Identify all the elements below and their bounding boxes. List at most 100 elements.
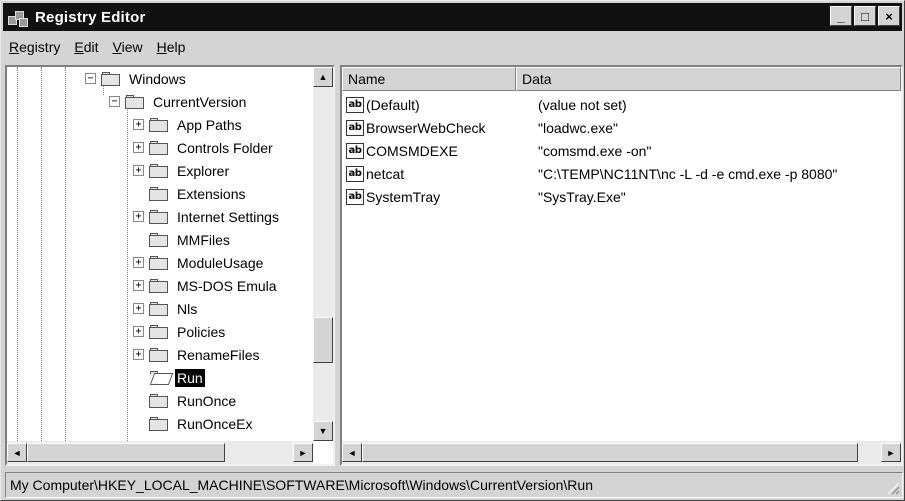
tree-item-label: RunOnceEx [177, 415, 253, 432]
scroll-up-button[interactable]: ▲ [313, 67, 333, 87]
folder-icon [149, 209, 169, 224]
window-title: Registry Editor [35, 8, 146, 26]
tree-item-label: Internet Settings [177, 208, 279, 225]
scroll-right-button[interactable]: ► [881, 443, 901, 462]
tree-item[interactable]: RunOnceEx [133, 412, 254, 435]
maximize-button[interactable]: □ [854, 6, 876, 26]
value-row[interactable]: ab SystemTray "SysTray.Exe" [342, 185, 626, 208]
tree-item[interactable]: Run [133, 366, 205, 389]
value-row[interactable]: ab netcat "C:\TEMP\NC11NT\nc -L -d -e cmd.… [342, 162, 837, 185]
tree-item-label: App Paths [177, 116, 242, 133]
expand-icon[interactable]: + [133, 349, 144, 360]
expand-icon[interactable]: + [133, 280, 144, 291]
tree-item[interactable]: Extensions [133, 182, 247, 205]
tree-item-label: CurrentVersion [153, 93, 247, 110]
tree-item[interactable]: + MS-DOS Emula [133, 274, 279, 297]
scroll-right-button[interactable]: ► [293, 443, 313, 462]
scroll-left-button[interactable]: ◄ [7, 443, 27, 462]
tree-item-label: Extensions [177, 185, 246, 202]
tree-item-label: ModuleUsage [177, 254, 264, 271]
value-data: "C:\TEMP\NC11NT\nc -L -d -e cmd.exe -p 8… [538, 165, 838, 182]
folder-icon [149, 163, 169, 178]
expand-icon[interactable]: + [133, 165, 144, 176]
resize-grip-icon[interactable] [886, 481, 900, 495]
value-data: "loadwc.exe" [538, 119, 618, 136]
folder-icon [149, 140, 169, 155]
folder-icon [149, 186, 169, 201]
value-data: "SysTray.Exe" [538, 188, 626, 205]
value-name: BrowserWebCheck [366, 119, 486, 136]
collapse-icon[interactable]: − [85, 73, 96, 84]
folder-icon [149, 347, 169, 362]
value-name: SystemTray [366, 188, 441, 205]
key-tree[interactable]: − Windows − CurrentVersion + App Paths + Contro… [7, 67, 313, 441]
column-header-data[interactable]: Data [516, 67, 901, 91]
folder-icon [101, 71, 121, 86]
tree-item-label: Run [175, 368, 205, 387]
menu-registry[interactable]: Registry [3, 39, 68, 55]
scroll-down-button[interactable]: ▼ [313, 421, 333, 441]
tree-item[interactable]: RunOnce [133, 389, 238, 412]
title-bar[interactable]: Registry Editor _ □ × [3, 3, 902, 31]
tree-item[interactable]: + RenameFiles [133, 343, 261, 366]
tree-item[interactable]: + Controls Folder [133, 136, 275, 159]
minimize-button[interactable]: _ [830, 6, 852, 26]
values-list-pane[interactable]: Name Data ab (Default) (value not set) ab Br… [340, 65, 903, 466]
expand-icon[interactable]: + [133, 211, 144, 222]
column-header-name[interactable]: Name [342, 67, 516, 91]
tree-horizontal-scrollbar[interactable]: ◄ ► [7, 441, 313, 464]
tree-item[interactable]: + Nls [133, 297, 199, 320]
menu-view[interactable]: View [107, 39, 151, 55]
folder-icon [149, 324, 169, 339]
scroll-thumb[interactable] [313, 317, 333, 363]
tree-item-label: Windows [129, 70, 186, 87]
value-data: (value not set) [538, 96, 627, 113]
expand-icon[interactable]: + [133, 142, 144, 153]
tree-item[interactable]: + ModuleUsage [133, 251, 265, 274]
expand-icon[interactable]: + [133, 257, 144, 268]
tree-item[interactable]: − Windows [85, 67, 188, 90]
folder-icon [149, 255, 169, 270]
tree-item-label: RenameFiles [177, 346, 260, 363]
key-tree-pane[interactable]: − Windows − CurrentVersion + App Paths + Contro… [5, 65, 335, 466]
value-name: netcat [366, 165, 405, 182]
expand-icon[interactable]: + [133, 326, 144, 337]
tree-item[interactable]: + Explorer [133, 159, 231, 182]
folder-icon [149, 232, 169, 247]
registry-editor-window: Registry Editor _ □ × Registry Edit View… [0, 0, 905, 501]
list-horizontal-scrollbar[interactable]: ◄ ► [342, 441, 901, 464]
value-row[interactable]: ab COMSMDEXE "comsmd.exe -on" [342, 139, 651, 162]
value-row[interactable]: ab BrowserWebCheck "loadwc.exe" [342, 116, 618, 139]
scroll-thumb[interactable] [362, 443, 858, 462]
folder-icon [149, 117, 169, 132]
string-value-icon: ab [346, 188, 364, 205]
string-value-icon: ab [346, 119, 364, 136]
collapse-icon[interactable]: − [109, 96, 120, 107]
string-value-icon: ab [346, 96, 364, 113]
value-name: (Default) [366, 96, 420, 113]
tree-item-label: MS-DOS Emula [177, 277, 277, 294]
open-folder-icon [149, 370, 174, 385]
expand-icon[interactable]: + [133, 303, 144, 314]
tree-vertical-scrollbar[interactable]: ▲ ▼ [313, 67, 333, 441]
value-row[interactable]: ab (Default) (value not set) [342, 93, 627, 116]
menu-edit[interactable]: Edit [68, 39, 106, 55]
menu-help[interactable]: Help [151, 39, 194, 55]
folder-icon [149, 416, 169, 431]
tree-item[interactable]: MMFiles [133, 228, 232, 251]
expand-icon[interactable]: + [133, 119, 144, 130]
folder-icon [149, 278, 169, 293]
tree-item[interactable]: + App Paths [133, 113, 244, 136]
folder-icon [149, 393, 169, 408]
tree-item-label: Controls Folder [177, 139, 273, 156]
scroll-thumb[interactable] [27, 443, 225, 462]
close-button[interactable]: × [878, 6, 900, 26]
tree-item[interactable]: + Internet Settings [133, 205, 281, 228]
scroll-left-button[interactable]: ◄ [342, 443, 362, 462]
tree-item[interactable]: − CurrentVersion [109, 90, 248, 113]
value-name: COMSMDEXE [366, 142, 458, 159]
tree-item[interactable]: + Policies [133, 320, 227, 343]
